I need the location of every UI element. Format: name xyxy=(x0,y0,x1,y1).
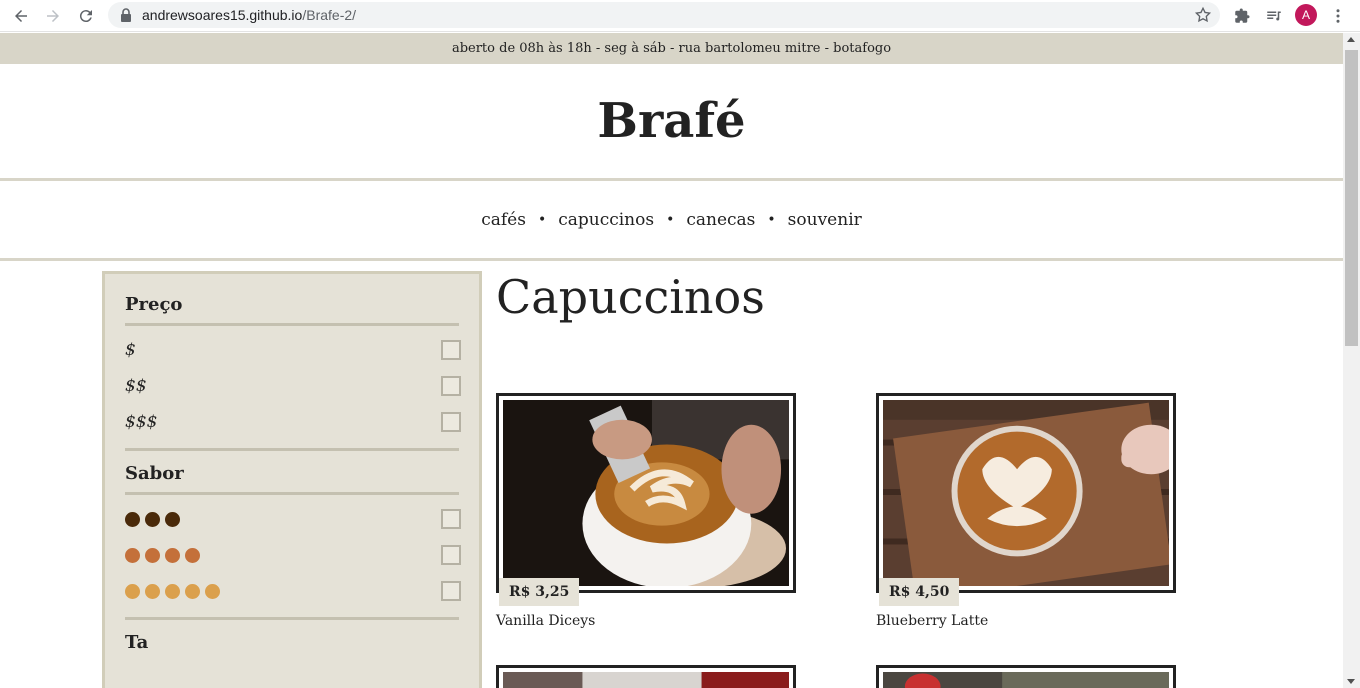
filter-checkbox[interactable] xyxy=(441,509,461,529)
filter-option-flavor-2[interactable] xyxy=(125,537,461,573)
filter-option-label: $$ xyxy=(125,376,147,396)
filter-option-price-1[interactable]: $ xyxy=(125,332,461,368)
filter-option-flavor-3[interactable] xyxy=(125,573,461,609)
kebab-menu-icon[interactable] xyxy=(1326,4,1350,28)
filter-checkbox[interactable] xyxy=(441,412,461,432)
cappuccino-photo[interactable] xyxy=(503,400,789,588)
bookmark-star-icon[interactable] xyxy=(1194,6,1212,24)
flavor-dot xyxy=(205,583,220,599)
extensions-puzzle-icon[interactable] xyxy=(1230,4,1254,28)
menu-item-canecas[interactable]: canecas xyxy=(686,210,755,230)
product-card[interactable] xyxy=(496,665,796,688)
flavor-dot xyxy=(125,547,140,563)
filter-checkbox[interactable] xyxy=(441,340,461,360)
main-menu: cafés • capuccinos • canecas • souvenir xyxy=(0,181,1343,261)
address-bar[interactable]: andrewsoares15.github.io/Brafe-2/ xyxy=(108,2,1220,28)
flavor-dot xyxy=(125,511,140,527)
menu-item-capuccinos[interactable]: capuccinos xyxy=(558,210,654,230)
flavor-dot xyxy=(185,547,200,563)
menu-item-cafes[interactable]: cafés xyxy=(481,210,526,230)
product-name[interactable]: Vanilla Diceys xyxy=(496,613,796,629)
product-card[interactable] xyxy=(876,665,1176,688)
flavor-dot xyxy=(165,583,180,599)
menu-separator: • xyxy=(767,211,776,228)
filter-checkbox[interactable] xyxy=(441,376,461,396)
browser-toolbar: andrewsoares15.github.io/Brafe-2/ A xyxy=(0,0,1360,32)
filter-sidebar: Preço $ $$ $$$ Sabor Ta xyxy=(102,271,482,688)
product-photo[interactable] xyxy=(883,672,1169,688)
filter-option-label: $ xyxy=(125,340,136,360)
flavor-dot xyxy=(145,583,160,599)
divider xyxy=(125,448,459,451)
product-name[interactable]: Blueberry Latte xyxy=(876,613,1176,629)
product-image-frame xyxy=(876,665,1176,688)
scroll-down-arrow-icon[interactable] xyxy=(1347,679,1355,684)
lock-icon xyxy=(121,8,131,22)
product-image-frame xyxy=(496,665,796,688)
menu-separator: • xyxy=(537,211,547,228)
reading-list-icon[interactable] xyxy=(1262,4,1286,28)
scrollbar-thumb[interactable] xyxy=(1345,50,1358,346)
flavor-intensity-dots xyxy=(125,511,180,527)
reload-icon[interactable] xyxy=(74,4,98,28)
filter-checkbox[interactable] xyxy=(441,545,461,565)
filter-option-price-3[interactable]: $$$ xyxy=(125,404,461,440)
filter-checkbox[interactable] xyxy=(441,581,461,601)
flavor-intensity-dots xyxy=(125,583,220,599)
filter-option-price-2[interactable]: $$ xyxy=(125,368,461,404)
product-price-tag: R$ 3,25 xyxy=(499,578,580,606)
menu-separator: • xyxy=(666,211,675,228)
flavor-dot xyxy=(165,511,180,527)
back-arrow-icon[interactable] xyxy=(9,4,33,28)
product-card[interactable]: R$ 3,25 Vanilla Diceys xyxy=(496,393,796,629)
page-scrollbar[interactable] xyxy=(1343,33,1360,688)
filter-option-flavor-1[interactable] xyxy=(125,501,461,537)
flavor-dot xyxy=(125,583,140,599)
flavor-dot xyxy=(145,511,160,527)
url-text: andrewsoares15.github.io/Brafe-2/ xyxy=(142,7,357,23)
divider xyxy=(125,617,459,620)
product-price-tag: R$ 4,50 xyxy=(879,578,960,606)
latte-art-photo[interactable] xyxy=(883,400,1181,601)
product-image-frame: R$ 4,50 xyxy=(876,393,1181,606)
product-image-frame: R$ 3,25 xyxy=(496,393,796,606)
site-logo[interactable]: Brafé xyxy=(0,64,1343,181)
forward-arrow-icon[interactable] xyxy=(41,4,65,28)
filter-title-flavor: Sabor xyxy=(125,463,459,495)
flavor-dot xyxy=(185,583,200,599)
menu-item-souvenir[interactable]: souvenir xyxy=(788,210,862,230)
filter-option-label: $$$ xyxy=(125,412,158,432)
info-bar: aberto de 08h às 18h - seg à sáb - rua b… xyxy=(0,33,1343,64)
flavor-dot xyxy=(165,547,180,563)
product-card[interactable]: R$ 4,50 Blueberry Latte xyxy=(876,393,1181,629)
section-title: Capuccinos xyxy=(496,270,765,324)
filter-title-price: Preço xyxy=(125,294,459,326)
filter-title-next: Ta xyxy=(125,632,149,653)
flavor-dot xyxy=(145,547,160,563)
scroll-up-arrow-icon[interactable] xyxy=(1347,37,1355,42)
flavor-intensity-dots xyxy=(125,547,200,563)
product-photo[interactable] xyxy=(503,672,789,688)
profile-avatar[interactable]: A xyxy=(1295,4,1317,26)
